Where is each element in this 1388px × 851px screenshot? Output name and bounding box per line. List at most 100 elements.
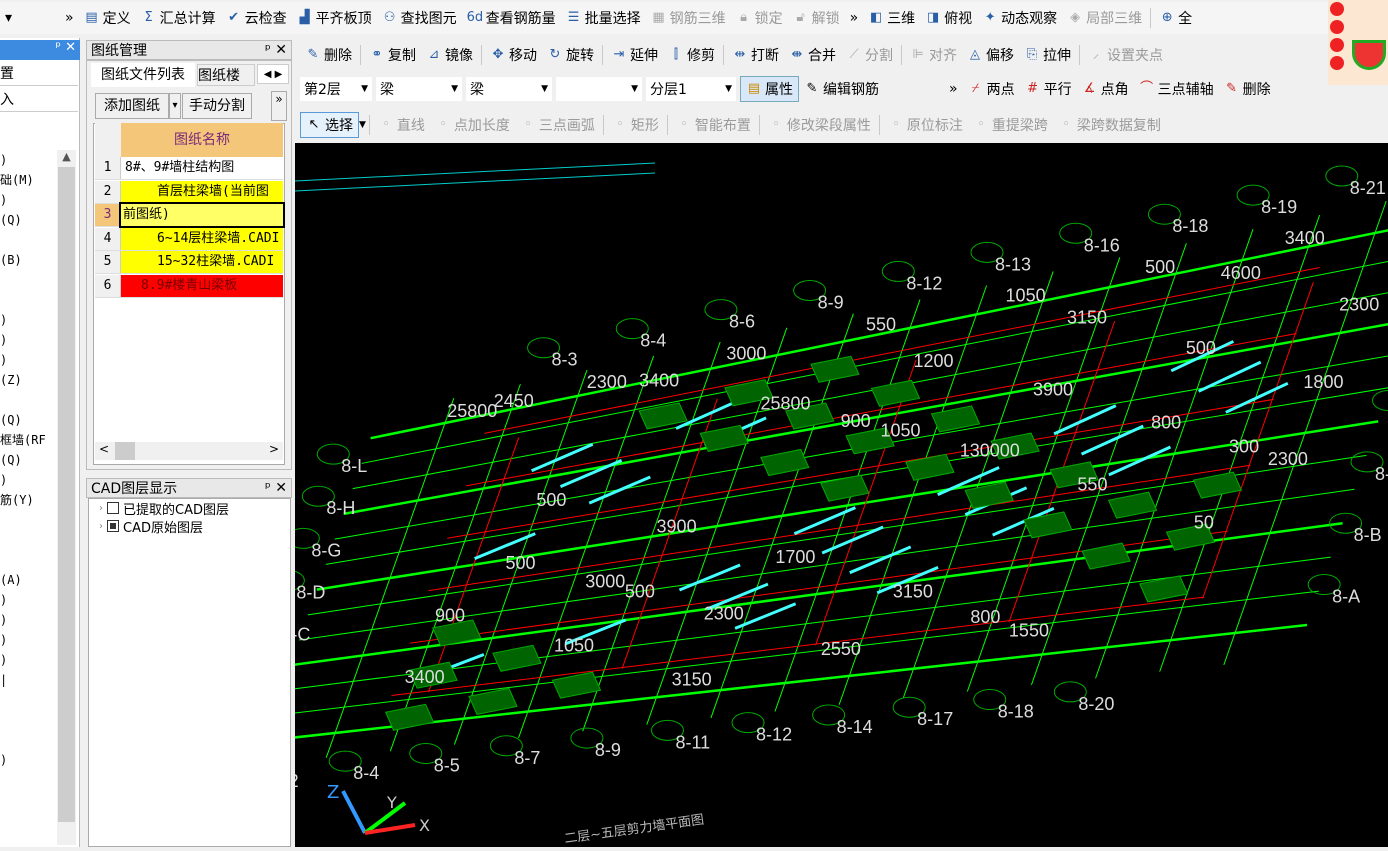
三点辅轴-button[interactable]: ⌒三点辅轴 [1134,76,1219,102]
cad-drawing[interactable]: 8-38-48-68-98-128-138-168-188-198-218-L8… [295,143,1388,847]
pin-icon[interactable]: ᵖ [265,42,271,58]
tab-drawing-floor[interactable]: 图纸楼 [197,64,255,86]
修改梁段属性-button[interactable]: ◦修改梁段属性 [763,112,876,138]
add-drawing-button[interactable]: 添加图纸 [95,93,169,119]
layer-item-original[interactable]: ›CAD原始图层 [89,517,290,535]
scroll-left-icon[interactable]: < [99,442,109,460]
分割-button[interactable]: ⟋分割 [841,42,898,68]
tree-item[interactable]: ) [0,630,7,650]
layer-item-extracted[interactable]: ›已提取的CAD图层 [89,499,290,517]
drawing-row[interactable]: 515~32柱梁墙.CADI [95,251,283,274]
拉伸-button[interactable]: ⎘拉伸 [1019,42,1076,68]
expand-icon[interactable]: › [99,521,103,532]
manual-split-button[interactable]: 手动分割 [182,93,252,119]
动态观察-button[interactable]: ✦动态观察 [977,5,1062,31]
tree-item[interactable]: (Q) [0,450,22,470]
element-select[interactable]: ▼ [556,77,642,101]
tree-item[interactable]: | [0,670,7,690]
tree-item[interactable]: ) [0,310,7,330]
pin-icon[interactable]: ᵖ [55,40,61,55]
tree-item[interactable]: 框墙(RF [0,430,46,450]
checkbox-icon[interactable] [107,502,119,514]
锁定-button[interactable]: 🔒︎锁定 [731,5,788,31]
scroll-up-icon[interactable]: ▲ [57,150,76,163]
合并-button[interactable]: ⇼合并 [784,42,841,68]
重提梁跨-button[interactable]: ◦重提梁跨 [968,112,1053,138]
tree-item[interactable]: ) [0,590,7,610]
table-h-scrollbar[interactable]: <> [95,442,283,460]
对齐-button[interactable]: ⊫对齐 [905,42,962,68]
局部三维-button[interactable]: ◈局部三维 [1062,5,1147,31]
tree-item[interactable]: ) [0,190,7,210]
智能布置-button[interactable]: ◦智能布置 [671,112,756,138]
tree-item[interactable]: ) [0,330,7,350]
expand-icon[interactable]: › [99,503,103,514]
全-button[interactable]: ⊕全 [1154,5,1197,31]
矩形-button[interactable]: ◦矩形 [607,112,664,138]
add-drawing-dropdown-icon[interactable]: ▾ [169,93,181,119]
tree-scrollbar[interactable]: ▲ [57,150,76,845]
tree-item[interactable]: (Z) [0,370,22,390]
批量选择-button[interactable]: ☰批量选择 [561,5,646,31]
删除-button[interactable]: ✎删除 [300,42,357,68]
查看钢筋量-button[interactable]: 6d查看钢筋量 [462,5,561,31]
overflow-icon[interactable]: » [271,91,287,121]
偏移-button[interactable]: ◬偏移 [962,42,1019,68]
category-select[interactable]: 梁▼ [376,77,462,101]
close-icon[interactable]: ✕ [65,40,76,55]
tree-item[interactable]: (B) [0,250,22,270]
汇总计算-button[interactable]: Σ汇总计算 [136,5,221,31]
删除-button[interactable]: ✎删除 [1219,76,1276,102]
旋转-button[interactable]: ↻旋转 [542,42,599,68]
定义-button[interactable]: ▤定义 [79,5,136,31]
layer-select[interactable]: 分层1▼ [646,77,736,101]
tree-item[interactable]: (A) [0,570,22,590]
floor-select[interactable]: 第2层▼ [300,77,372,101]
left-item-0[interactable]: 置 [0,62,78,86]
close-icon[interactable]: ✕ [275,480,287,496]
tree-item[interactable]: ) [0,150,7,170]
梁跨数据复制-button[interactable]: ◦梁跨数据复制 [1053,112,1166,138]
修剪-button[interactable]: ⫿修剪 [663,42,720,68]
scrollbar-thumb[interactable] [58,167,75,822]
tree-item[interactable]: ) [0,470,7,490]
drawing-row[interactable]: 68.9#楼青山梁板 [95,275,283,298]
原位标注-button[interactable]: ◦原位标注 [883,112,968,138]
tree-item[interactable]: 筋(Y) [0,490,34,510]
平齐板顶-button[interactable]: ▟平齐板顶 [292,5,377,31]
延伸-button[interactable]: ⇥延伸 [606,42,663,68]
drawing-row[interactable]: 3前图纸) [95,204,283,227]
两点-button[interactable]: ⌿两点 [963,76,1020,102]
打断-button[interactable]: ⇹打断 [727,42,784,68]
tab-scroll-arrows-icon[interactable]: ◀ ▶ [257,64,289,84]
checkbox-checked-icon[interactable] [107,520,119,532]
column-header-drawing-name[interactable]: 图纸名称 [121,123,283,157]
tree-item[interactable]: ) [0,610,7,630]
俯视-button[interactable]: ◨俯视 [920,5,977,31]
scrollbar-thumb[interactable] [115,442,135,460]
tree-item[interactable]: ) [0,650,7,670]
close-icon[interactable]: ✕ [275,42,287,58]
设置夹点-button[interactable]: ⸝设置夹点 [1083,42,1168,68]
点角-button[interactable]: ∡点角 [1077,76,1134,102]
type-select[interactable]: 梁▼ [466,77,552,101]
点加长度-button[interactable]: ◦点加长度 [430,112,515,138]
scroll-right-icon[interactable]: > [269,442,279,460]
toolbar-overflow-2[interactable]: » [845,5,864,31]
三点画弧-button[interactable]: ◦三点画弧 [515,112,600,138]
toolbar-overflow[interactable]: » [944,76,963,102]
chevron-down-icon[interactable]: ▼ [359,120,366,130]
toolbar-overflow[interactable]: » [60,5,79,31]
直线-button[interactable]: ◦直线 [373,112,430,138]
pin-icon[interactable]: ᵖ [265,480,271,496]
查找图元-button[interactable]: ⚇查找图元 [377,5,462,31]
tree-item[interactable]: (Q) [0,210,22,230]
tree-item[interactable]: ) [0,750,7,770]
三维-button[interactable]: ◧三维 [863,5,920,31]
镜像-button[interactable]: ⊿镜像 [421,42,478,68]
edit-rebar-button[interactable]: ✎编辑钢筋 [799,76,884,102]
tab-drawing-file-list[interactable]: 图纸文件列表 [91,63,195,87]
平行-button[interactable]: #平行 [1020,76,1077,102]
drawing-row[interactable]: 2首层柱梁墙(当前图 [95,181,283,204]
cad-canvas[interactable]: 8-38-48-68-98-128-138-168-188-198-218-L8… [295,143,1388,847]
